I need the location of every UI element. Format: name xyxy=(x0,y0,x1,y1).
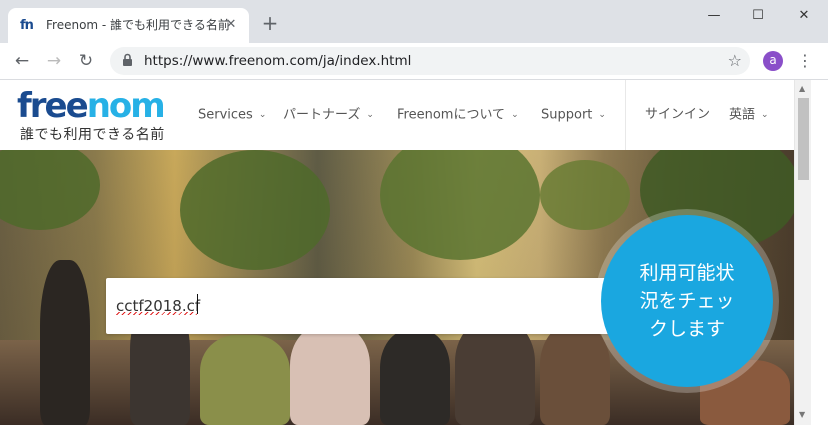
nav-about[interactable]: Freenomについて ⌄ xyxy=(397,106,519,125)
scroll-thumb[interactable] xyxy=(798,98,809,180)
check-availability-button[interactable]: 利用可能状 況をチェッ クします xyxy=(601,215,773,387)
text-caret xyxy=(197,294,198,314)
language-selector[interactable]: 英語 ⌄ xyxy=(729,106,769,125)
chevron-down-icon: ⌄ xyxy=(761,110,769,120)
lock-icon xyxy=(123,53,132,66)
close-window-icon[interactable]: ✕ xyxy=(794,6,814,26)
nav-support[interactable]: Support ⌄ xyxy=(541,106,606,125)
address-bar[interactable]: https://www.freenom.com/ja/index.html ☆ xyxy=(110,47,750,75)
freenom-favicon-icon: fn xyxy=(20,18,34,33)
spellcheck-underline xyxy=(116,312,198,315)
browser-toolbar: ← → ↻ https://www.freenom.com/ja/index.h… xyxy=(0,43,828,80)
chevron-down-icon: ⌄ xyxy=(598,110,606,120)
new-tab-button[interactable]: + xyxy=(260,13,280,33)
page-scrollbar[interactable]: ▲ ▼ xyxy=(794,80,812,425)
chevron-down-icon: ⌄ xyxy=(366,110,374,120)
chevron-down-icon: ⌄ xyxy=(258,110,267,120)
url-text: https://www.freenom.com/ja/index.html xyxy=(144,53,412,69)
scroll-up-icon[interactable]: ▲ xyxy=(799,84,805,93)
forward-arrow-icon[interactable]: → xyxy=(44,51,64,71)
bookmark-star-icon[interactable]: ☆ xyxy=(728,51,742,71)
browser-tab[interactable]: fn Freenom - 誰でも利用できる名前 ✕ xyxy=(8,8,249,43)
tab-strip: fn Freenom - 誰でも利用できる名前 ✕ + — ☐ ✕ xyxy=(0,0,828,43)
scroll-down-icon[interactable]: ▼ xyxy=(799,410,805,419)
tab-title: Freenom - 誰でも利用できる名前 xyxy=(46,18,230,32)
nav-divider xyxy=(625,80,626,150)
check-availability-label: 利用可能状 況をチェッ クします xyxy=(639,262,735,340)
chevron-down-icon: ⌄ xyxy=(511,110,519,120)
nav-services[interactable]: Services ⌄ xyxy=(198,106,266,125)
domain-search-box xyxy=(106,278,646,334)
minimize-icon[interactable]: — xyxy=(704,6,724,26)
reload-icon[interactable]: ↻ xyxy=(76,51,96,71)
signin-link[interactable]: サインイン xyxy=(645,106,710,124)
nav-partners[interactable]: パートナーズ ⌄ xyxy=(283,106,374,125)
freenom-logo[interactable]: freenom xyxy=(17,89,166,123)
back-arrow-icon[interactable]: ← xyxy=(12,51,32,71)
browser-menu-icon[interactable]: ⋮ xyxy=(796,51,814,71)
close-tab-icon[interactable]: ✕ xyxy=(223,17,239,33)
site-header: freenom 誰でも利用できる名前 Services ⌄ パートナーズ ⌄ Fre… xyxy=(0,80,794,150)
maximize-icon[interactable]: ☐ xyxy=(748,6,768,26)
profile-avatar[interactable]: a xyxy=(763,51,783,71)
tagline: 誰でも利用できる名前 xyxy=(20,127,165,143)
window-edge xyxy=(811,80,828,425)
